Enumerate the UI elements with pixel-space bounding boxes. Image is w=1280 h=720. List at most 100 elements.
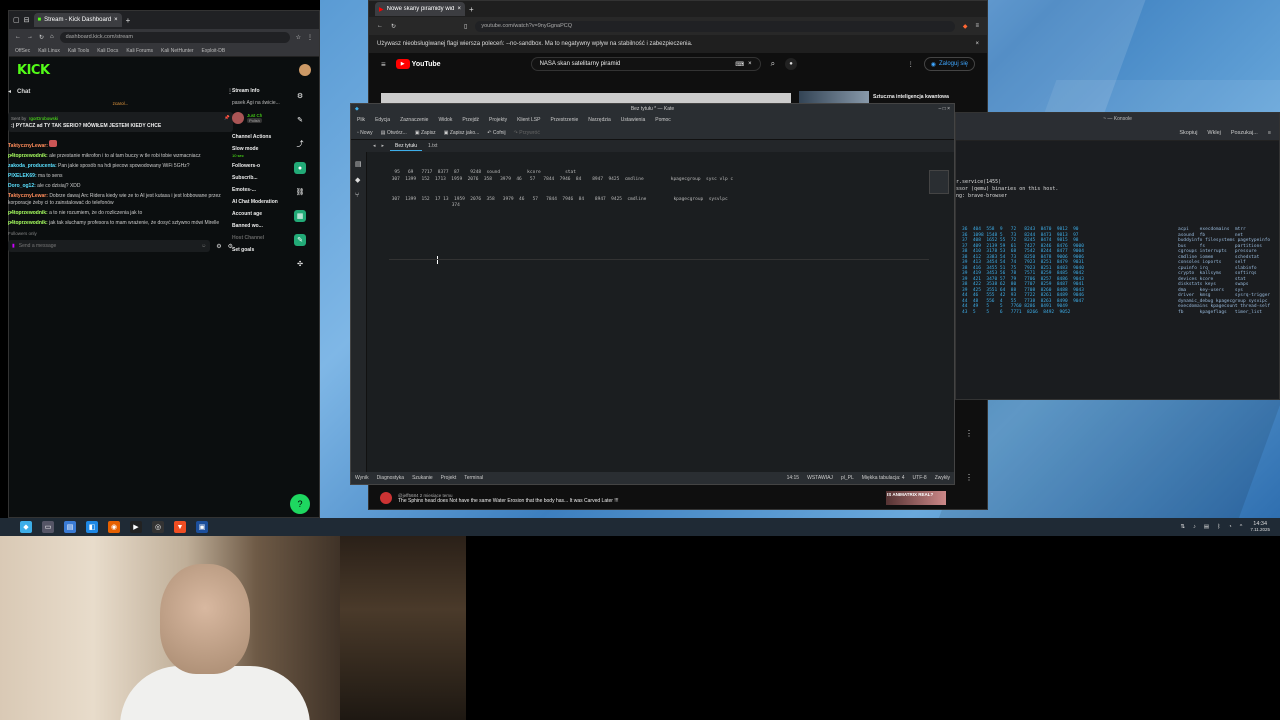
link-icon[interactable]: ⛓ xyxy=(294,186,306,198)
clear-search-icon[interactable]: × xyxy=(748,61,752,67)
share-icon[interactable]: ⤴ xyxy=(294,138,306,150)
ai-chat-moderation[interactable]: AI Chat Moderation xyxy=(232,199,288,205)
emotes-toggle[interactable]: Emotes-... xyxy=(232,187,288,193)
bookmark-icon[interactable]: ▯ xyxy=(464,23,467,30)
search-icon[interactable]: ⌕ xyxy=(771,59,775,69)
more-options-icon[interactable]: ⋮ xyxy=(965,429,973,438)
start-menu-icon[interactable]: ◆ xyxy=(20,521,32,533)
bookmark-item[interactable]: Exploit-DB xyxy=(202,48,226,54)
send-message-input[interactable]: ▮ Send a message ☺ xyxy=(8,240,211,252)
puzzle-icon[interactable]: ✣ xyxy=(294,258,306,270)
bookmark-item[interactable]: Kali Linux xyxy=(38,48,60,54)
mic-icon[interactable]: ▮ xyxy=(12,243,15,249)
close-tab-icon[interactable]: × xyxy=(457,6,461,12)
yt-search-input[interactable]: NASA skan satelitarny piramid ⌨ × xyxy=(530,57,761,71)
desktop-icon[interactable]: ▭ xyxy=(42,521,54,533)
minimize-icon[interactable]: – xyxy=(938,106,941,112)
tab-search-icon[interactable]: ⊟ xyxy=(24,16,30,24)
maximize-icon[interactable]: □ xyxy=(943,106,946,112)
set-goals[interactable]: Set goals xyxy=(232,247,288,253)
keyboard-icon[interactable]: ⌨ xyxy=(735,61,744,68)
menu-pomoc[interactable]: Pomoc xyxy=(655,117,671,123)
yt-url-bar[interactable]: youtube.com/watch?v=9nyGgnaPCQ xyxy=(475,20,955,32)
close-infobar-icon[interactable]: × xyxy=(975,41,979,47)
slow-mode[interactable]: Slow mode xyxy=(232,146,288,152)
menu-widok[interactable]: Widok xyxy=(438,117,452,123)
brave-shield-icon[interactable]: ◆ xyxy=(963,23,968,30)
minimap[interactable] xyxy=(929,170,949,194)
network-icon[interactable]: ⇅ xyxy=(1181,524,1186,530)
firefox-icon[interactable]: ◉ xyxy=(108,521,120,533)
output-tab[interactable]: Wynik xyxy=(355,475,369,481)
search-tab[interactable]: Szukanie xyxy=(412,475,433,481)
bookmark-item[interactable]: Kali Tools xyxy=(68,48,89,54)
expand-tray-icon[interactable]: ^ xyxy=(1240,524,1243,530)
save-as-button[interactable]: ▣ Zapisz jako... xyxy=(444,130,480,136)
channel-actions[interactable]: Channel Actions xyxy=(232,134,288,140)
terminal-icon[interactable]: ▶ xyxy=(130,521,142,533)
virtualbox-icon[interactable]: ▣ xyxy=(196,521,208,533)
back-icon[interactable]: ← xyxy=(15,34,21,40)
find-button[interactable]: Poszukaj... xyxy=(1231,130,1258,136)
more-options-icon[interactable]: ⋮ xyxy=(965,473,973,482)
undo-button[interactable]: ↶ Cofnij xyxy=(487,130,505,136)
save-button[interactable]: ▣ Zapisz xyxy=(415,130,436,136)
obs-icon[interactable]: ◎ xyxy=(152,521,164,533)
app-menu-icon[interactable]: ▢ xyxy=(13,16,20,24)
stream-info[interactable]: Stream Info xyxy=(232,88,288,94)
terminal-output[interactable]: r.service(1455) ssor (qemu) binaries on … xyxy=(956,141,1279,200)
brave-icon[interactable]: ▼ xyxy=(174,521,186,533)
menu-narzedzia[interactable]: Narzędzia xyxy=(588,117,611,123)
calendar-icon[interactable]: ▦ xyxy=(294,210,306,222)
close-tab-icon[interactable]: × xyxy=(114,17,118,23)
emoji-icon[interactable]: ☺ xyxy=(201,243,206,249)
user-avatar[interactable] xyxy=(299,64,311,76)
menu-edycja[interactable]: Edycja xyxy=(375,117,390,123)
tab-bez-tytulu[interactable]: Bez tytułu xyxy=(390,142,422,151)
cursor-position[interactable]: 14:15 xyxy=(787,475,800,481)
bookmark-item[interactable]: OffSec xyxy=(15,48,30,54)
home-icon[interactable]: ⌂ xyxy=(50,34,54,40)
chat-collapse-icon[interactable]: ◂ xyxy=(8,88,11,95)
back-icon[interactable]: ← xyxy=(377,23,383,29)
reload-icon[interactable]: ↻ xyxy=(39,34,44,41)
project-tab[interactable]: Projekt xyxy=(441,475,457,481)
clipboard-icon[interactable]: ▤ xyxy=(1204,524,1209,530)
language[interactable]: pl_PL xyxy=(841,475,854,481)
new-tab-icon[interactable]: + xyxy=(126,16,131,25)
hamburger-icon[interactable]: ≡ xyxy=(381,60,386,69)
tab-prev-icon[interactable]: ◂ xyxy=(373,143,376,149)
youtube-logo[interactable]: ▶ YouTube xyxy=(395,59,441,69)
wrench-icon[interactable]: ✎ xyxy=(294,234,306,246)
open-button[interactable]: ▤ Otwórz... xyxy=(381,130,407,136)
menu-icon[interactable]: ≡ xyxy=(975,23,979,29)
related-video-item[interactable]: Sztuczna inteligencja kwantowa xyxy=(799,91,973,103)
paste-button[interactable]: Wklej xyxy=(1207,130,1220,136)
indentation[interactable]: Miękka tabulacja: 4 xyxy=(862,475,905,481)
forward-icon[interactable]: → xyxy=(27,34,33,40)
menu-icon[interactable]: ≡ xyxy=(1268,130,1271,136)
more-icon[interactable]: ⋮ xyxy=(908,61,914,68)
menu-icon[interactable]: ⋮ xyxy=(307,34,313,41)
edit-icon[interactable]: ✎ xyxy=(294,114,306,126)
tab-kick-dashboard[interactable]: ■ Stream - Kick Dashboard × xyxy=(33,13,122,27)
sign-in-button[interactable]: ◉ Zaloguj się xyxy=(923,57,975,71)
bookmark-item[interactable]: Kali NetHunter xyxy=(161,48,194,54)
new-button[interactable]: ▫ Nowy xyxy=(357,130,373,136)
copy-button[interactable]: Skopiuj xyxy=(1179,130,1197,136)
menu-projekty[interactable]: Projekty xyxy=(489,117,507,123)
menu-przejdz[interactable]: Przejdź xyxy=(462,117,479,123)
syntax-mode[interactable]: Zwykły xyxy=(935,475,950,481)
menu-przestrzenie[interactable]: Przestrzenie xyxy=(550,117,578,123)
new-tab-icon[interactable]: + xyxy=(469,5,474,14)
bookmark-star-icon[interactable]: ☆ xyxy=(296,34,301,41)
bluetooth-icon[interactable]: ᛒ xyxy=(1217,524,1220,530)
chat-tools-icon[interactable]: ⚙ xyxy=(216,243,221,250)
tab-1-txt[interactable]: 1.txt xyxy=(428,143,437,149)
projects-icon[interactable]: ◆ xyxy=(355,176,362,184)
bookmark-item[interactable]: Kali Forums xyxy=(126,48,153,54)
menu-plik[interactable]: Plik xyxy=(357,117,365,123)
file-manager-icon[interactable]: ▤ xyxy=(64,521,76,533)
clock[interactable]: 14:34 7.11.2025 xyxy=(1250,521,1270,533)
voice-search-icon[interactable]: ● xyxy=(785,58,798,70)
